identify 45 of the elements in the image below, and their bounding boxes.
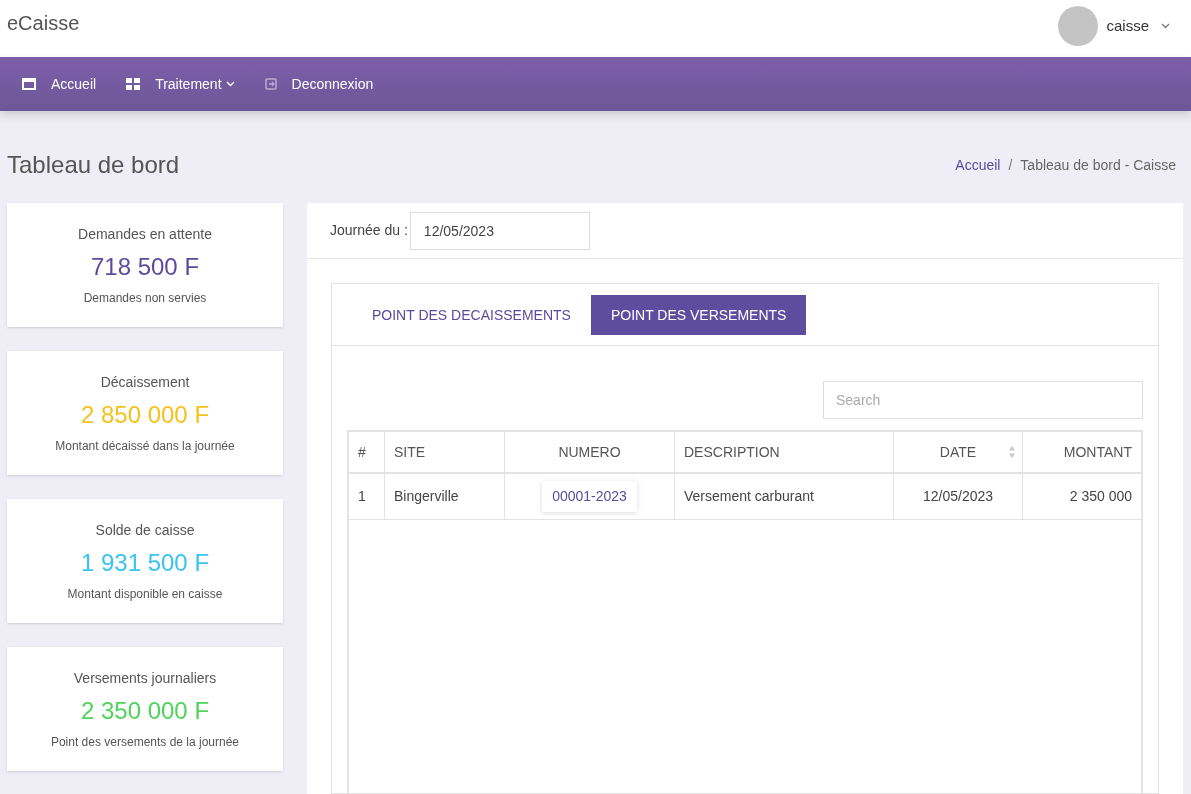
search-field[interactable]: Search <box>823 381 1143 419</box>
column-header: MONTANT <box>1062 442 1133 462</box>
stat-caption: Point des versements de la journée <box>50 733 240 751</box>
window-icon <box>22 78 36 90</box>
nav-item[interactable]: Accueil <box>22 73 97 95</box>
stat-title: Demandes en attente <box>78 224 212 244</box>
table-cell-text: 2 350 000 <box>1068 487 1132 506</box>
stat-caption: Montant disponible en caisse <box>67 585 223 603</box>
column-header: DESCRIPTION <box>675 432 894 472</box>
table-cell-text: Versement carburant <box>684 487 815 506</box>
record-link[interactable]: 00001-2023 <box>542 481 637 512</box>
stat-value: 2 350 000 F <box>80 695 210 726</box>
date-label: Journée du : <box>330 221 408 240</box>
stat-caption: Demandes non servies <box>83 289 207 307</box>
date-field[interactable]: 12/05/2023 <box>409 211 590 250</box>
column-header: SITE <box>385 432 505 472</box>
grid-icon <box>126 78 141 90</box>
stat-title: Solde de caisse <box>95 520 195 540</box>
table-cell-text: 1 <box>358 487 367 506</box>
column-header[interactable]: DATE <box>894 432 1023 472</box>
table-cell-text: 12/05/2023 <box>921 487 995 506</box>
avatar[interactable] <box>1058 6 1099 46</box>
breadcrumb-separator: / <box>1008 155 1013 175</box>
stat-caption: Montant décaissé dans la journée <box>55 437 235 455</box>
breadcrumb-link[interactable]: Accueil <box>955 154 1001 176</box>
nav-item[interactable]: Deconnexion <box>264 73 374 95</box>
stat-value: 1 931 500 F <box>80 547 210 578</box>
table-cell-text: Bingerville <box>394 487 460 506</box>
sort-icon <box>1008 445 1016 459</box>
chevron-down-icon <box>1161 23 1170 29</box>
stat-title: Versements journaliers <box>73 668 217 688</box>
user-name[interactable]: caisse <box>1106 14 1149 38</box>
exit-icon <box>264 78 277 90</box>
page-title: Tableau de bord <box>7 150 180 180</box>
stat-value: 2 850 000 F <box>80 399 210 430</box>
app-title: eCaisse <box>7 11 80 36</box>
breadcrumb-current: Tableau de bord - Caisse <box>1020 155 1176 175</box>
column-header: # <box>349 432 385 472</box>
chevron-down-icon <box>225 81 235 87</box>
stat-title: Décaissement <box>100 372 190 392</box>
tab[interactable]: POINT DES VERSEMENTS <box>590 295 807 335</box>
tab[interactable]: POINT DES DECAISSEMENTS <box>352 295 591 335</box>
column-header: NUMERO <box>505 432 675 472</box>
nav-item[interactable]: Traitement <box>126 73 235 95</box>
stat-value: 718 500 F <box>90 251 200 282</box>
